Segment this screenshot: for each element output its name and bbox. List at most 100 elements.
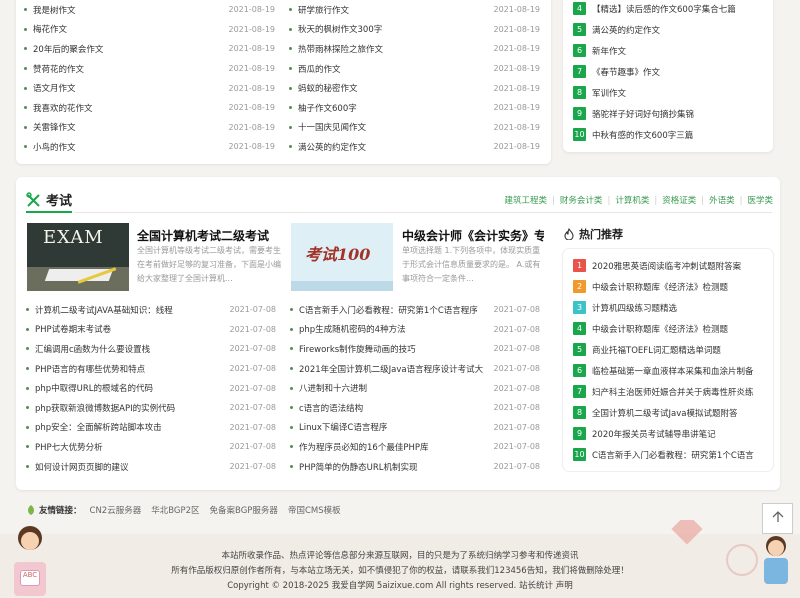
list-item-title[interactable]: 小鸟的作文 xyxy=(33,141,223,153)
rank-item[interactable]: 1 2020雅思英语阅读临考冲刺试题附答案 xyxy=(573,255,769,276)
rank-item-title[interactable]: 中秋有感的作文600字三篇 xyxy=(592,129,693,141)
list-item[interactable]: c语言的语法结构 2021-07-08 xyxy=(290,398,540,418)
rank-item-title[interactable]: 新年作文 xyxy=(592,45,626,57)
rank-item-title[interactable]: 全国计算机二级考试Java模拟试题附答 xyxy=(592,407,737,419)
list-item-title[interactable]: C语言新手入门必看教程：研究第1个C语言程序 xyxy=(299,304,488,316)
list-item[interactable]: 西瓜的作文 2021-08-19 xyxy=(289,59,540,79)
rank-item[interactable]: 9 2020年报关员考试辅导串讲笔记 xyxy=(573,423,769,444)
category-tab[interactable]: 资格证类 xyxy=(662,196,696,206)
list-item-title[interactable]: 秋天的枫树作文300字 xyxy=(298,23,488,35)
list-item[interactable]: Linux下编译C语言程序 2021-07-08 xyxy=(290,418,540,438)
list-item[interactable]: 我喜欢的花作文 2021-08-19 xyxy=(24,98,275,118)
list-item[interactable]: 研学旅行作文 2021-08-19 xyxy=(289,0,540,20)
exam-feature-title-1[interactable]: 全国计算机考试二级考试 xyxy=(137,227,283,244)
list-item-title[interactable]: 蚂蚁的秘密作文 xyxy=(298,82,488,94)
rank-item[interactable]: 2 中级会计职称题库《经济法》检测题 xyxy=(573,276,769,297)
list-item[interactable]: PHP试卷期末考试卷 2021-07-08 xyxy=(26,320,276,340)
list-item[interactable]: 十一国庆见闻作文 2021-08-19 xyxy=(289,118,540,138)
exam-feature-title-2[interactable]: 中级会计师《会计实务》专 xyxy=(402,227,544,244)
rank-item[interactable]: 7 《春节趣事》作文 xyxy=(573,61,769,82)
rank-item-title[interactable]: 中级会计职称题库《经济法》检测题 xyxy=(592,281,728,293)
category-tab[interactable]: 计算机类 xyxy=(615,196,649,206)
list-item-title[interactable]: 研学旅行作文 xyxy=(298,4,488,16)
rank-item[interactable]: 6 临检基础第一章血液样本采集和血涂片制备 xyxy=(573,360,769,381)
list-item-title[interactable]: 20年后的聚会作文 xyxy=(33,43,223,55)
list-item-title[interactable]: c语言的语法结构 xyxy=(299,402,488,414)
list-item[interactable]: 20年后的聚会作文 2021-08-19 xyxy=(24,39,275,59)
list-item-title[interactable]: 我是树作文 xyxy=(33,4,223,16)
rank-item[interactable]: 10 C语言新手入门必看教程：研究第1个C语言 xyxy=(573,444,769,465)
rank-item[interactable]: 8 全国计算机二级考试Java模拟试题附答 xyxy=(573,402,769,423)
list-item-title[interactable]: 梅花作文 xyxy=(33,23,223,35)
list-item[interactable]: 柚子作文600字 2021-08-19 xyxy=(289,98,540,118)
rank-item-title[interactable]: 商业托福TOEFL词汇题精选单词题 xyxy=(592,344,721,356)
rank-item[interactable]: 9 骆驼祥子好词好句摘抄集锦 xyxy=(573,103,769,124)
rank-item-title[interactable]: 军训作文 xyxy=(592,87,626,99)
list-item-title[interactable]: Fireworks制作旋舞动画的技巧 xyxy=(299,343,488,355)
list-item-title[interactable]: PHP简单的伪静态URL机制实现 xyxy=(299,461,488,473)
list-item-title[interactable]: 柚子作文600字 xyxy=(298,102,488,114)
rank-item-title[interactable]: C语言新手入门必看教程：研究第1个C语言 xyxy=(592,449,754,461)
list-item[interactable]: 作为程序员必知的16个最佳PHP库 2021-07-08 xyxy=(290,437,540,457)
rank-item-title[interactable]: 计算机四级练习题精选 xyxy=(592,302,677,314)
list-item[interactable]: PHP简单的伪静态URL机制实现 2021-07-08 xyxy=(290,457,540,477)
list-item[interactable]: php中取得URL的根域名的代码 2021-07-08 xyxy=(26,378,276,398)
list-item-title[interactable]: php中取得URL的根域名的代码 xyxy=(35,382,224,394)
list-item[interactable]: 梅花作文 2021-08-19 xyxy=(24,20,275,40)
rank-item-title[interactable]: 2020雅思英语阅读临考冲刺试题附答案 xyxy=(592,260,741,272)
category-tab[interactable]: 建筑工程类 xyxy=(505,196,548,206)
list-item-title[interactable]: 汇编调用c函数为什么要设置栈 xyxy=(35,343,224,355)
list-item[interactable]: 满公英的约定作文 2021-08-19 xyxy=(289,137,540,157)
rank-item[interactable]: 4 【精选】读后感的作文600字集合七篇 xyxy=(573,0,769,19)
list-item-title[interactable]: 语文月作文 xyxy=(33,82,223,94)
friend-link[interactable]: CN2云服务器 xyxy=(90,506,142,516)
rank-item[interactable]: 6 新年作文 xyxy=(573,40,769,61)
list-item[interactable]: PHP语言的有哪些优势和特点 2021-07-08 xyxy=(26,359,276,379)
list-item[interactable]: 小鸟的作文 2021-08-19 xyxy=(24,137,275,157)
rank-item[interactable]: 8 军训作文 xyxy=(573,82,769,103)
list-item[interactable]: 关雷锋作文 2021-08-19 xyxy=(24,118,275,138)
list-item[interactable]: 汇编调用c函数为什么要设置栈 2021-07-08 xyxy=(26,339,276,359)
list-item[interactable]: 八进制和十六进制 2021-07-08 xyxy=(290,378,540,398)
list-item[interactable]: 热带雨林探险之旅作文 2021-08-19 xyxy=(289,39,540,59)
list-item[interactable]: 蚂蚁的秘密作文 2021-08-19 xyxy=(289,78,540,98)
list-item-title[interactable]: 作为程序员必知的16个最佳PHP库 xyxy=(299,441,488,453)
list-item-title[interactable]: Linux下编译C语言程序 xyxy=(299,421,488,433)
list-item-title[interactable]: 如何设计网页页脚的建议 xyxy=(35,461,224,473)
list-item-title[interactable]: PHP七大优势分析 xyxy=(35,441,224,453)
friend-link[interactable]: 免备案BGP服务器 xyxy=(210,506,278,516)
rank-item-title[interactable]: 2020年报关员考试辅导串讲笔记 xyxy=(592,428,716,440)
rank-item-title[interactable]: 妇产科主治医师妊娠合并关于病毒性肝炎练 xyxy=(592,386,754,398)
list-item-title[interactable]: 赞荷花的作文 xyxy=(33,63,223,75)
list-item[interactable]: 如何设计网页页脚的建议 2021-07-08 xyxy=(26,457,276,477)
list-item[interactable]: 赞荷花的作文 2021-08-19 xyxy=(24,59,275,79)
friend-link[interactable]: 华北BGP2区 xyxy=(151,506,199,516)
rank-item[interactable]: 5 商业托福TOEFL词汇题精选单词题 xyxy=(573,339,769,360)
rank-item[interactable]: 7 妇产科主治医师妊娠合并关于病毒性肝炎练 xyxy=(573,381,769,402)
list-item[interactable]: php生成随机密码的4种方法 2021-07-08 xyxy=(290,320,540,340)
list-item-title[interactable]: 热带雨林探险之旅作文 xyxy=(298,43,488,55)
list-item[interactable]: PHP七大优势分析 2021-07-08 xyxy=(26,437,276,457)
list-item-title[interactable]: 关雷锋作文 xyxy=(33,121,223,133)
exam-feature-image-2[interactable]: 考试100 xyxy=(291,223,393,291)
list-item[interactable]: php安全：全面解析跨站脚本攻击 2021-07-08 xyxy=(26,418,276,438)
list-item[interactable]: php获取新浪微博数据API的实例代码 2021-07-08 xyxy=(26,398,276,418)
list-item-title[interactable]: php获取新浪微博数据API的实例代码 xyxy=(35,402,224,414)
list-item-title[interactable]: 西瓜的作文 xyxy=(298,63,488,75)
rank-item[interactable]: 4 中级会计职称题库《经济法》检测题 xyxy=(573,318,769,339)
list-item[interactable]: Fireworks制作旋舞动画的技巧 2021-07-08 xyxy=(290,339,540,359)
list-item-title[interactable]: php生成随机密码的4种方法 xyxy=(299,323,488,335)
list-item-title[interactable]: PHP语言的有哪些优势和特点 xyxy=(35,363,224,375)
exam-feature-image-1[interactable]: EXAM xyxy=(27,223,129,291)
friend-link[interactable]: 帝国CMS模板 xyxy=(288,506,341,516)
category-tab[interactable]: 财务会计类 xyxy=(560,196,603,206)
list-item-title[interactable]: php安全：全面解析跨站脚本攻击 xyxy=(35,421,224,433)
list-item[interactable]: 计算机二级考试JAVA基础知识：线程 2021-07-08 xyxy=(26,300,276,320)
list-item[interactable]: 我是树作文 2021-08-19 xyxy=(24,0,275,20)
rank-item[interactable]: 3 计算机四级练习题精选 xyxy=(573,297,769,318)
rank-item-title[interactable]: 骆驼祥子好词好句摘抄集锦 xyxy=(592,108,694,120)
rank-item-title[interactable]: 【精选】读后感的作文600字集合七篇 xyxy=(592,3,736,15)
list-item-title[interactable]: 满公英的约定作文 xyxy=(298,141,488,153)
rank-item[interactable]: 10 中秋有感的作文600字三篇 xyxy=(573,124,769,145)
rank-item-title[interactable]: 《春节趣事》作文 xyxy=(592,66,660,78)
